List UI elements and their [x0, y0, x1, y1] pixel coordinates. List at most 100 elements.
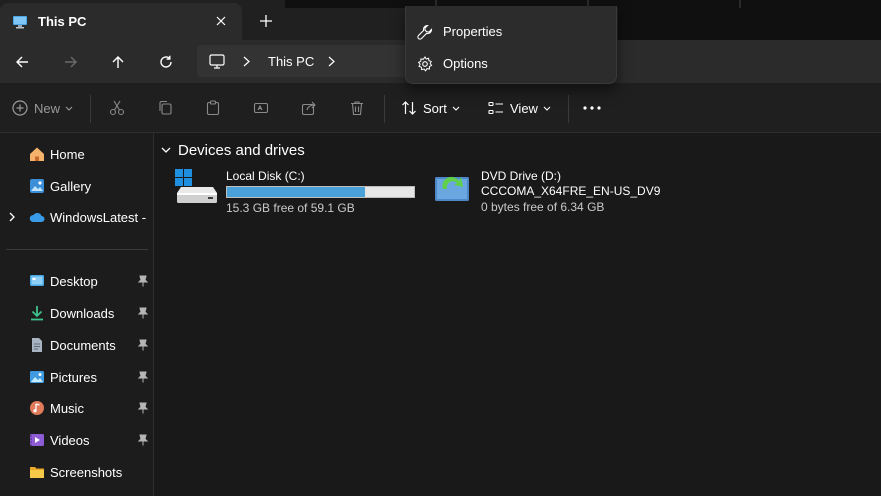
sidebar-item-label: WindowsLatest - Pe	[50, 210, 150, 225]
videos-icon	[30, 434, 44, 446]
onedrive-icon	[29, 212, 45, 222]
sidebar-item-label: Pictures	[50, 370, 97, 385]
new-label: New	[34, 100, 61, 116]
sidebar-item-music[interactable]: Music	[0, 394, 154, 422]
drive-dvd-d[interactable]: DVD Drive (D:) CCCOMA_X64FRE_EN-US_DV9 0…	[433, 165, 673, 217]
close-tab-button[interactable]	[212, 12, 230, 30]
sidebar-item-onedrive[interactable]: WindowsLatest - Pe	[0, 203, 154, 231]
pin-icon[interactable]	[138, 339, 148, 351]
back-button[interactable]	[8, 48, 36, 76]
content-area: Devices and drives Local Disk (C:) 15.3 …	[155, 133, 881, 496]
chevron-right-icon[interactable]	[7, 211, 17, 223]
pin-icon[interactable]	[138, 307, 148, 319]
command-bar: New Sort View	[0, 83, 881, 133]
new-button[interactable]: New	[12, 95, 73, 121]
sidebar-item-gallery[interactable]: Gallery	[0, 172, 154, 200]
pin-icon[interactable]	[138, 371, 148, 383]
menu-item-options[interactable]: Options	[406, 49, 616, 79]
sidebar-item-label: Downloads	[50, 306, 115, 321]
group-title: Devices and drives	[178, 142, 305, 159]
monitor-icon	[209, 53, 225, 69]
menu-item-label: Options	[443, 56, 488, 71]
arrow-left-icon	[16, 56, 28, 68]
sidebar-item-screenshots[interactable]: Screenshots	[0, 458, 154, 486]
paste-button[interactable]	[205, 95, 221, 121]
share-button[interactable]	[301, 95, 317, 121]
share-icon	[301, 101, 316, 116]
refresh-button[interactable]	[152, 48, 180, 76]
title-bar-drag-region[interactable]	[618, 8, 881, 40]
home-icon	[30, 147, 44, 161]
search-area	[617, 40, 881, 83]
sort-label: Sort	[423, 100, 447, 116]
downloads-icon	[31, 306, 43, 321]
sidebar-item-documents[interactable]: Documents	[0, 331, 154, 359]
sidebar-item-label: Gallery	[50, 179, 92, 194]
drive-name: DVD Drive (D:)	[481, 169, 561, 183]
breadcrumb-this-pc[interactable]: This PC	[268, 54, 314, 69]
chevron-down-icon	[543, 106, 551, 111]
sort-button[interactable]: Sort	[401, 95, 460, 121]
forward-button[interactable]	[57, 48, 85, 76]
rename-button[interactable]	[253, 95, 269, 121]
dvd-drive-icon	[435, 176, 469, 201]
sidebar-item-home[interactable]: Home	[0, 140, 154, 168]
tab-title: This PC	[38, 14, 87, 29]
tab-this-pc[interactable]: This PC	[0, 3, 242, 40]
gallery-icon	[30, 179, 44, 193]
scissors-icon	[109, 100, 125, 116]
desktop-folder-icon	[30, 275, 44, 286]
arrow-up-icon	[112, 56, 124, 68]
sidebar-item-downloads[interactable]: Downloads	[0, 299, 154, 327]
menu-item-properties[interactable]: Properties	[406, 17, 616, 47]
rename-icon	[253, 102, 269, 114]
up-button[interactable]	[104, 48, 132, 76]
sidebar-item-desktop[interactable]: Desktop	[0, 267, 154, 295]
music-icon	[30, 401, 44, 415]
sidebar-item-pictures[interactable]: Pictures	[0, 363, 154, 391]
sort-icon	[402, 101, 416, 115]
documents-icon	[32, 338, 42, 352]
pin-icon[interactable]	[138, 275, 148, 287]
cut-button[interactable]	[109, 95, 125, 121]
pin-icon[interactable]	[138, 402, 148, 414]
chevron-down-icon	[452, 106, 460, 111]
drive-local-disk-c[interactable]: Local Disk (C:) 15.3 GB free of 59.1 GB	[173, 165, 435, 217]
plus-icon	[260, 15, 272, 27]
view-label: View	[510, 100, 538, 116]
see-more-button[interactable]	[583, 95, 601, 121]
separator	[90, 95, 91, 123]
pin-icon[interactable]	[138, 434, 148, 446]
view-list-icon	[488, 101, 503, 115]
copy-button[interactable]	[157, 95, 173, 121]
close-icon	[216, 16, 226, 26]
drive-usage-fill	[227, 187, 366, 197]
delete-button[interactable]	[349, 95, 365, 121]
view-button[interactable]: View	[488, 95, 551, 121]
drive-name: Local Disk (C:)	[226, 169, 305, 183]
chevron-down-icon	[161, 147, 171, 153]
more-horizontal-icon	[583, 106, 601, 110]
menu-item-label: Properties	[443, 24, 503, 39]
copy-icon	[159, 100, 172, 115]
drive-space: 0 bytes free of 6.34 GB	[481, 200, 605, 214]
chevron-right-icon[interactable]	[328, 56, 336, 67]
group-header-devices[interactable]: Devices and drives	[161, 142, 305, 159]
drive-usage-bar	[226, 186, 415, 198]
gear-icon	[417, 56, 433, 72]
local-disk-icon	[175, 169, 217, 203]
sidebar-item-label: Music	[50, 401, 84, 416]
chevron-right-icon	[243, 56, 250, 66]
arrow-right-icon	[65, 56, 77, 68]
chevron-down-icon	[65, 106, 73, 111]
sidebar-item-videos[interactable]: Videos	[0, 426, 154, 454]
navigation-pane: Home Gallery WindowsLatest - Pe Desktop	[0, 133, 154, 496]
separator	[384, 95, 385, 123]
new-tab-button[interactable]	[255, 10, 277, 32]
sidebar-item-label: Home	[50, 147, 85, 162]
trash-icon	[351, 101, 363, 116]
folder-icon	[30, 467, 44, 478]
refresh-icon	[160, 55, 172, 68]
separator	[568, 95, 569, 123]
sidebar-item-label: Desktop	[50, 274, 98, 289]
